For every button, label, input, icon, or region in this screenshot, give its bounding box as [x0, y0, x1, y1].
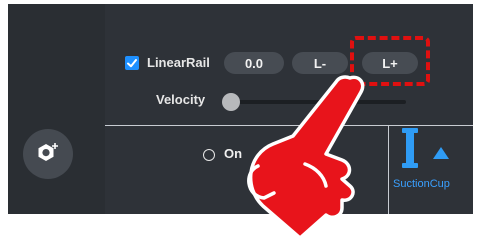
- tool-settings-button[interactable]: [23, 129, 73, 179]
- suction-on-radio[interactable]: [203, 149, 215, 161]
- linear-rail-label: LinearRail: [147, 55, 210, 70]
- gear-plus-icon: [38, 143, 58, 161]
- linear-rail-checkbox[interactable]: [125, 56, 139, 70]
- pointing-hand-icon: [247, 75, 365, 240]
- suction-cup-label: SuctionCup: [393, 178, 450, 190]
- velocity-label: Velocity: [156, 92, 206, 107]
- vertical-divider: [388, 126, 389, 214]
- triangle-up-icon[interactable]: [432, 146, 450, 160]
- suction-cup-icon[interactable]: [401, 128, 419, 168]
- check-icon: [127, 59, 137, 68]
- panel-left-column: [8, 4, 105, 214]
